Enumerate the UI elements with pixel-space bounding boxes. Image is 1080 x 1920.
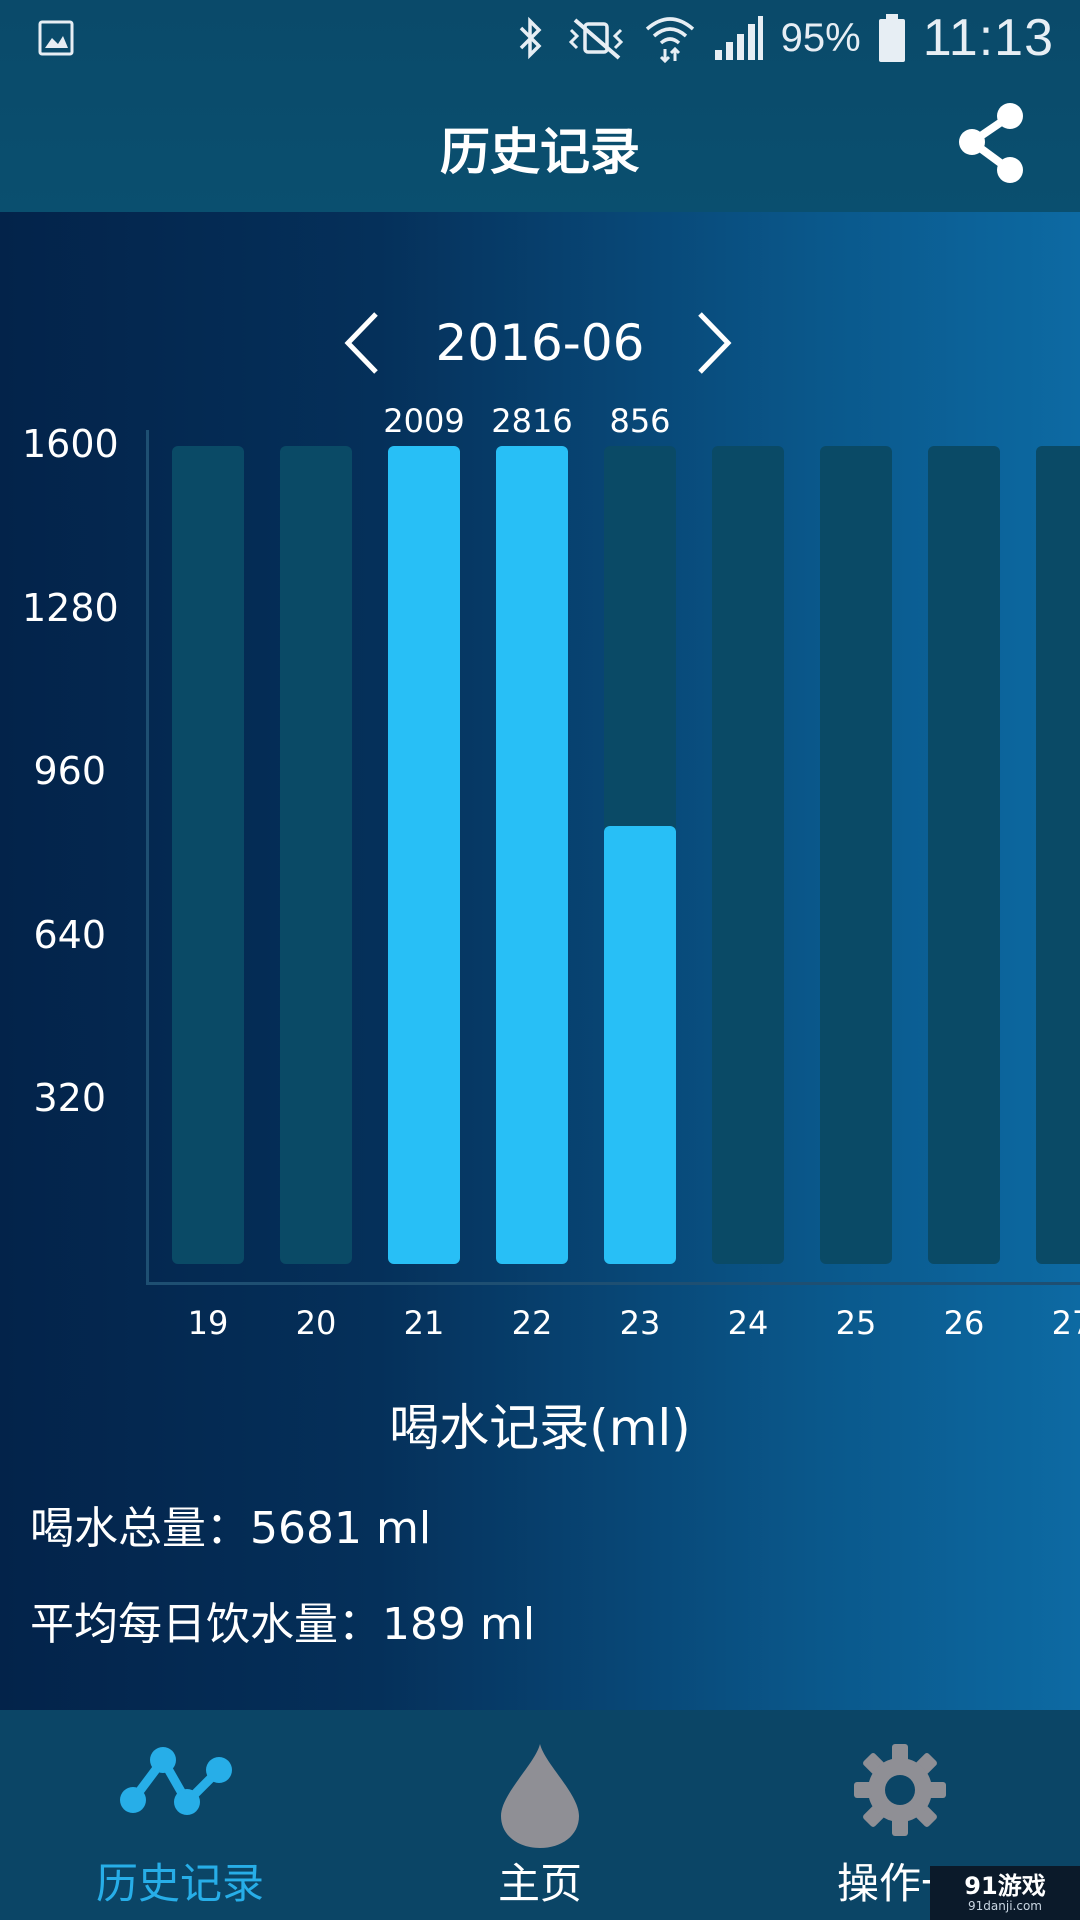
bar-value-label: 2816 (491, 402, 573, 440)
bar[interactable] (388, 446, 460, 1264)
wifi-icon (645, 17, 694, 64)
y-tick-label: 320 (33, 1076, 106, 1121)
bar-track (1036, 446, 1080, 1264)
chevron-right-icon[interactable] (694, 310, 734, 376)
y-tick-label: 1280 (22, 585, 119, 630)
status-bar: 95% 11:13 (0, 0, 1080, 76)
gallery-notification-icon (38, 20, 74, 56)
x-tick-label: 27 (1051, 1304, 1080, 1342)
bar-track (928, 446, 1000, 1264)
watermark-main: 91游戏 (964, 1872, 1046, 1900)
y-axis-line (146, 430, 149, 1282)
x-tick-label: 24 (727, 1304, 769, 1342)
bar[interactable] (604, 826, 676, 1264)
tab-home[interactable]: 主页 (360, 1710, 720, 1920)
water-drop-icon (360, 1740, 720, 1850)
battery-percent: 95% (780, 15, 861, 60)
x-tick-label: 21 (403, 1304, 445, 1342)
water-intake-chart: 320 640 960 1280 1600 19 20 2009 21 2816 22 856 23 24… (0, 400, 1080, 1360)
vibrate-mute-icon (568, 18, 623, 60)
current-month: 2016-06 (435, 314, 645, 372)
month-navigator: 2016-06 (0, 300, 1080, 390)
page-title: 历史记录 (440, 123, 640, 181)
tab-history-label: 历史记录 (95, 1859, 264, 1908)
share-icon[interactable] (952, 98, 1032, 188)
tab-history[interactable]: 历史记录 (0, 1710, 360, 1920)
battery-icon (878, 14, 905, 62)
status-right-group: 95% 11:13 (513, 8, 1054, 68)
bottom-navigation: 历史记录 主页 操作一 (0, 1710, 1080, 1920)
x-tick-label: 25 (835, 1304, 877, 1342)
bluetooth-icon (519, 16, 542, 60)
top-bar: 95% 11:13 历史记录 (0, 0, 1080, 212)
x-tick-label: 26 (943, 1304, 985, 1342)
cell-signal-icon (714, 16, 763, 60)
x-axis-line (146, 1282, 1080, 1285)
tab-home-label: 主页 (497, 1859, 582, 1908)
y-tick-label: 960 (33, 749, 106, 794)
x-tick-label: 22 (511, 1304, 553, 1342)
bar-track (712, 446, 784, 1264)
watermark-logo: 91游戏 91danji.com (930, 1866, 1080, 1920)
bar-value-label: 856 (609, 402, 671, 440)
average-daily-intake: 平均每日饮水量：189 ml (30, 1599, 536, 1650)
x-tick-label: 20 (295, 1304, 337, 1342)
x-tick-label: 19 (187, 1304, 229, 1342)
gear-icon (720, 1740, 1080, 1850)
chart-line-icon (0, 1740, 360, 1850)
bar[interactable] (496, 446, 568, 1264)
clock: 11:13 (922, 9, 1054, 67)
bar-track (280, 446, 352, 1264)
x-tick-label: 23 (619, 1304, 661, 1342)
bar-track (820, 446, 892, 1264)
watermark-sub: 91danji.com (968, 1899, 1042, 1913)
total-intake: 喝水总量：5681 ml (30, 1503, 432, 1554)
chart-title: 喝水记录(ml) (389, 1399, 691, 1457)
y-tick-label: 1600 (22, 422, 119, 466)
bar-value-label: 2009 (383, 402, 465, 440)
title-bar: 历史记录 (0, 76, 1080, 212)
y-tick-label: 640 (33, 912, 106, 957)
bar-track (172, 446, 244, 1264)
